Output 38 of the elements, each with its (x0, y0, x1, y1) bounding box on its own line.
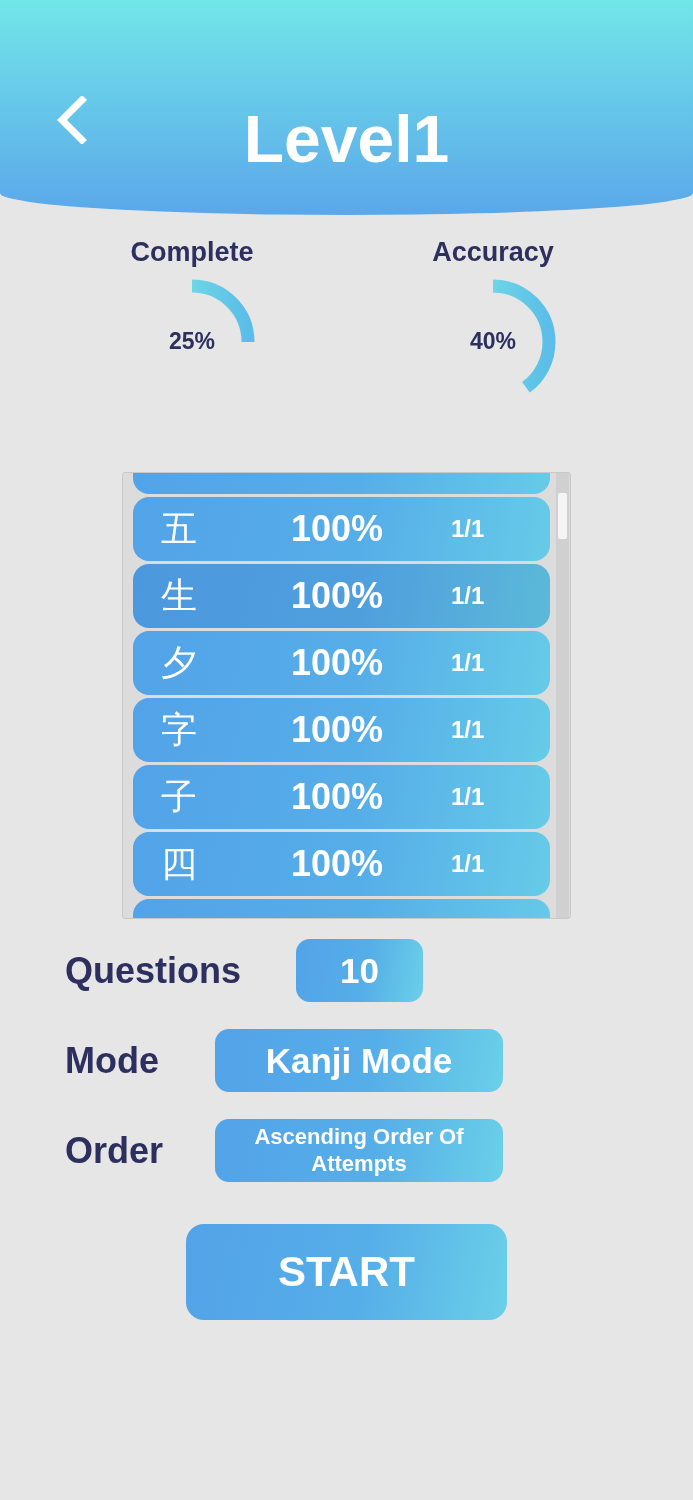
kanji-character: 生 (161, 573, 198, 618)
setting-selector-button[interactable]: Kanji Mode (215, 1029, 503, 1092)
setting-label: Questions (65, 949, 243, 992)
scrollbar[interactable] (556, 473, 569, 918)
setting-label: Order (65, 1129, 165, 1172)
kanji-character: 子 (161, 774, 198, 819)
stat-percentage: 40% (468, 328, 517, 355)
kanji-character: 夕 (161, 640, 198, 685)
accuracy-percentage: 100% (291, 642, 385, 684)
kanji-row[interactable]: 四 100% 1/1 (133, 832, 550, 896)
scrollbar-thumb[interactable] (558, 493, 567, 539)
setting-selector-button[interactable]: 10 (296, 939, 423, 1002)
kanji-character: 字 (161, 707, 198, 752)
kanji-row[interactable]: 生 100% 1/1 (133, 564, 550, 628)
kanji-character: 四 (161, 841, 198, 886)
kanji-character: 五 (161, 506, 198, 551)
stat-label: Complete (130, 237, 254, 268)
setting-label: Mode (65, 1039, 160, 1082)
kanji-row[interactable]: 字 100% 1/1 (133, 698, 550, 762)
accuracy-percentage: 100% (291, 843, 385, 885)
start-button[interactable]: START (186, 1224, 507, 1320)
kanji-row[interactable]: 子 100% 1/1 (133, 765, 550, 829)
attempt-count: 1/1 (451, 716, 485, 744)
level-title: Level1 (243, 100, 450, 177)
accuracy-percentage: 100% (291, 776, 385, 818)
accuracy-percentage: 100% (291, 508, 385, 550)
stat-label: Accuracy (432, 237, 554, 268)
accuracy-percentage: 100% (291, 575, 385, 617)
kanji-row[interactable]: 五 100% 1/1 (133, 497, 550, 561)
kanji-row[interactable]: 夕 100% 1/1 (133, 631, 550, 695)
attempt-count: 1/1 (451, 850, 485, 878)
accuracy-percentage: 100% (291, 709, 385, 751)
stat-percentage: 25% (167, 328, 216, 355)
setting-selector-button[interactable]: Ascending Order Of Attempts (215, 1119, 503, 1182)
attempt-count: 1/1 (451, 783, 485, 811)
attempt-count: 1/1 (451, 515, 485, 543)
attempt-count: 1/1 (451, 582, 485, 610)
attempt-count: 1/1 (451, 649, 485, 677)
